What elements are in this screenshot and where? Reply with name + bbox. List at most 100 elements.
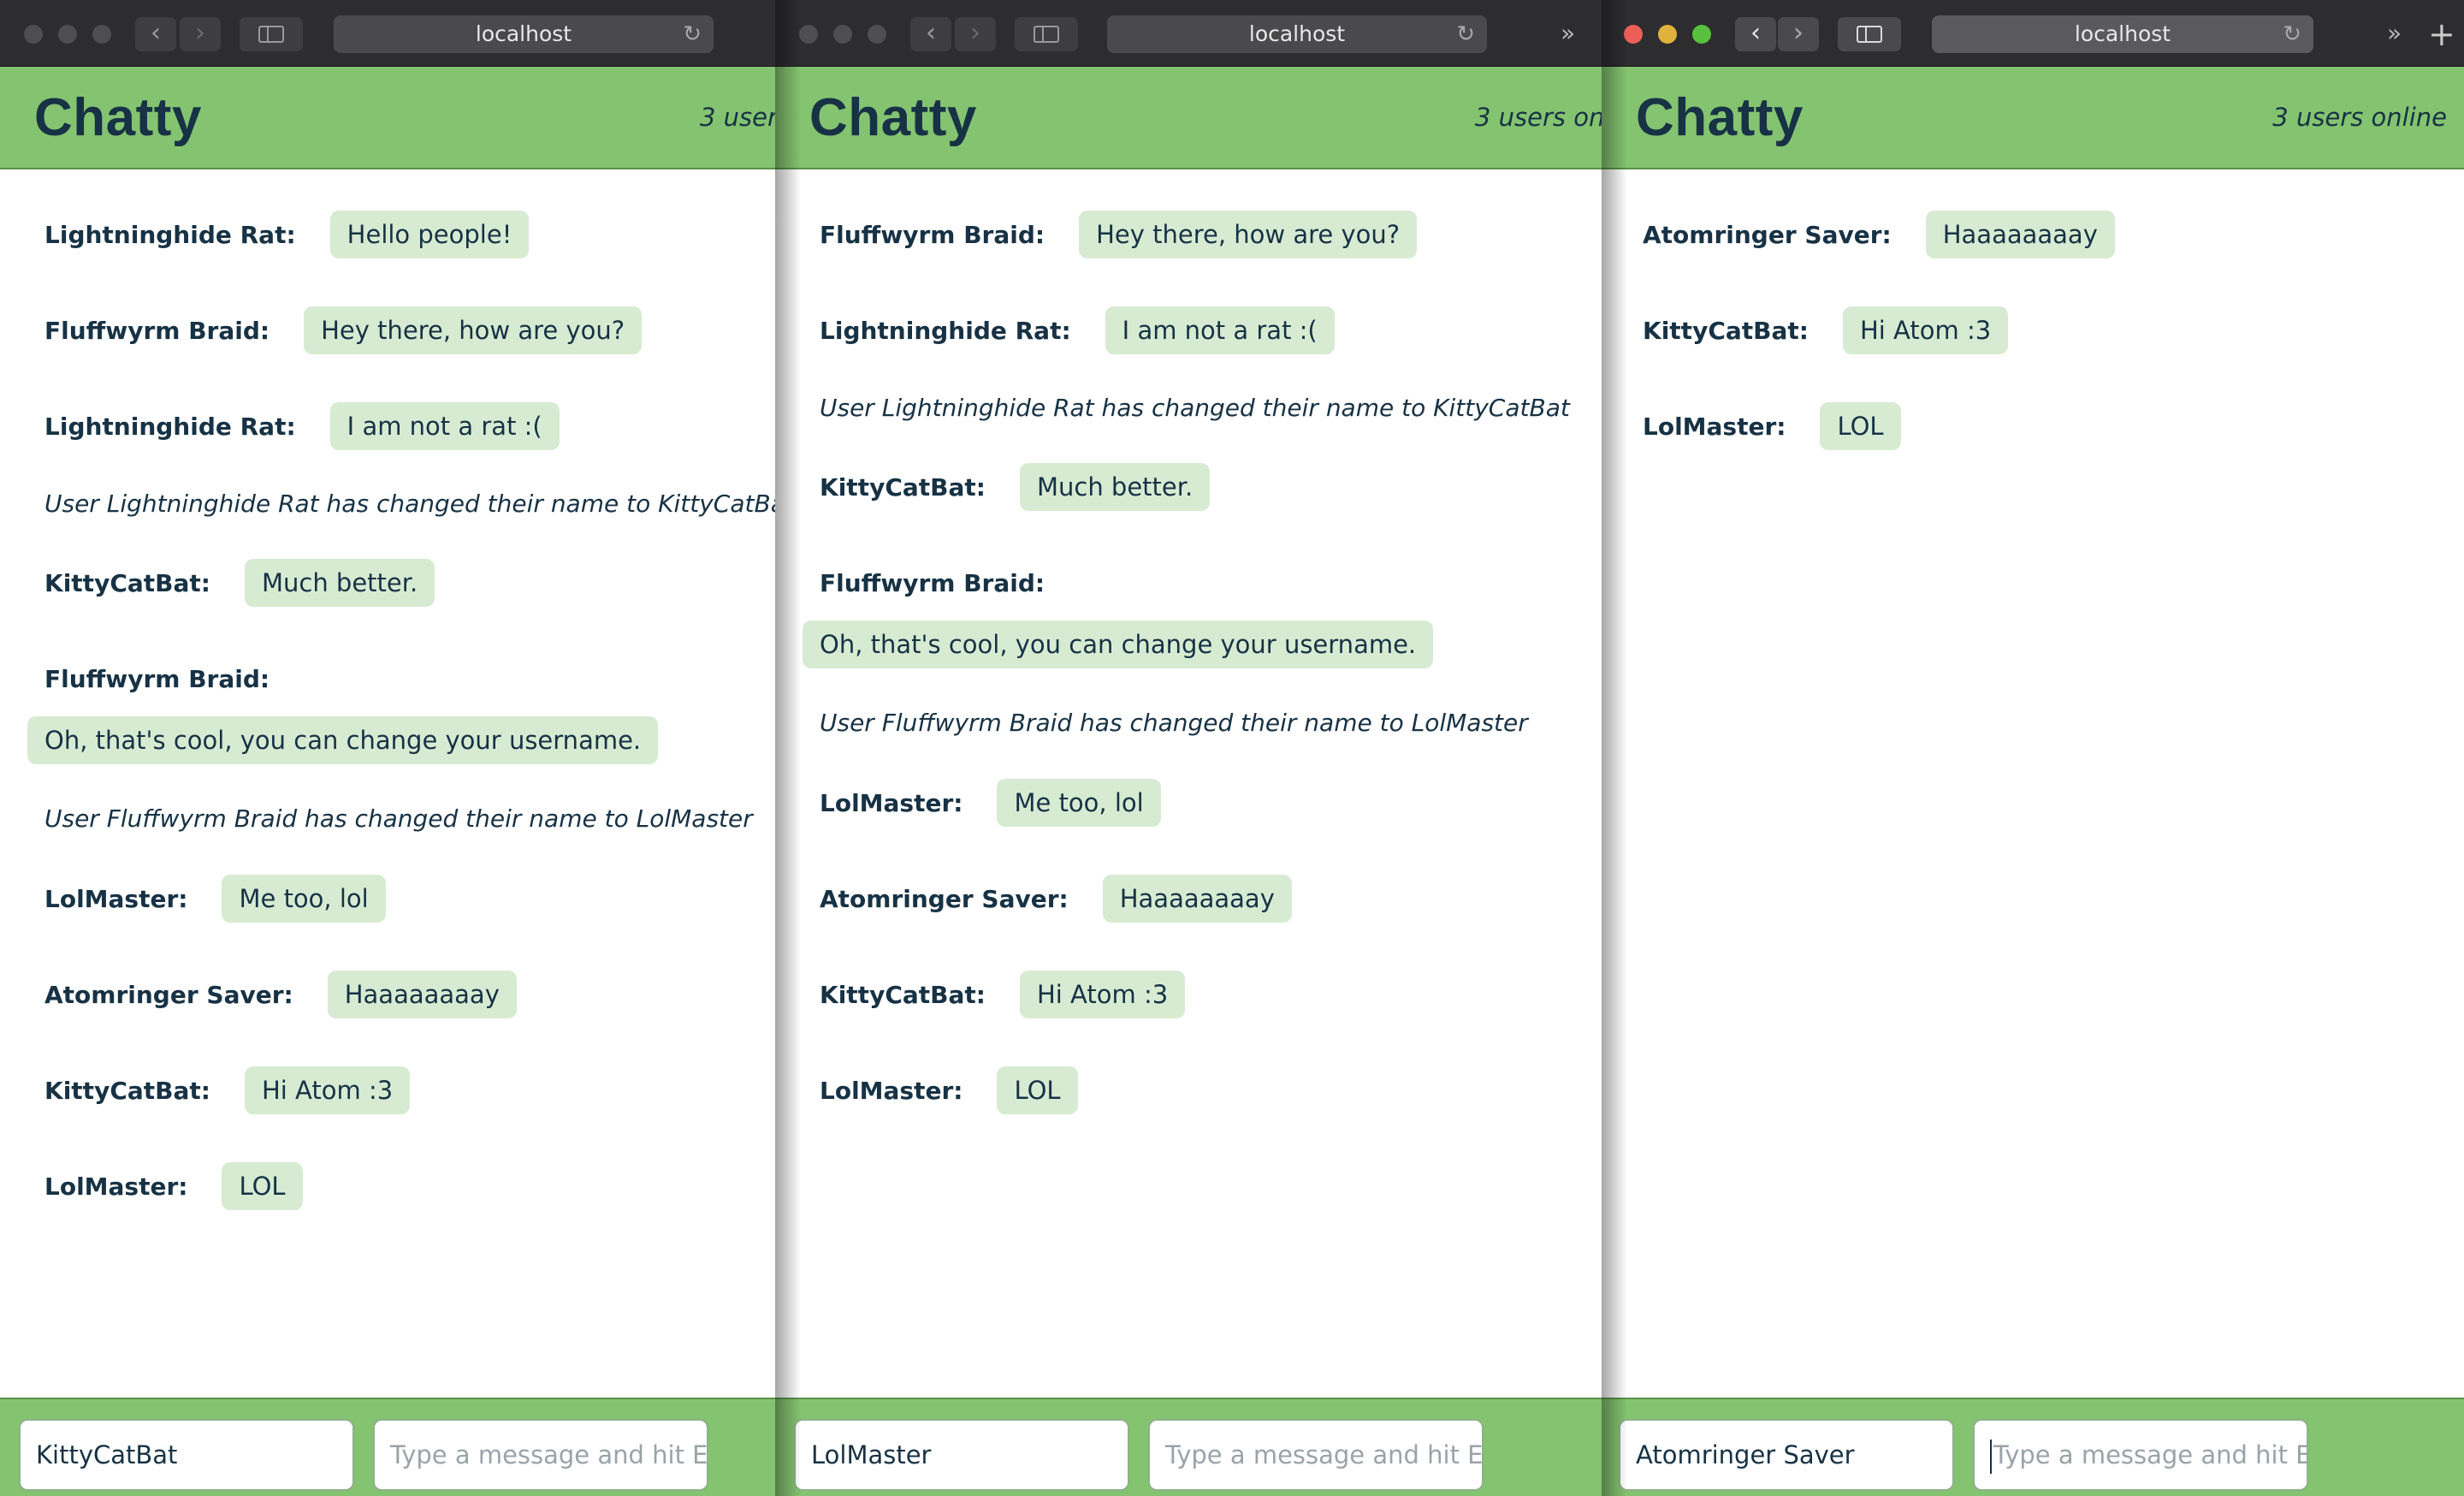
message-bubble: Much better. — [244, 559, 435, 607]
app-header: Chatty 3 users — [0, 67, 775, 169]
window-shadow — [775, 0, 801, 1496]
app-title: Chatty — [809, 88, 977, 147]
message-username-row: Fluffwyrm Braid: — [820, 559, 1045, 607]
back-icon[interactable]: ‹ — [910, 17, 951, 51]
url-text: localhost — [2074, 21, 2171, 46]
app-title: Chatty — [34, 88, 202, 147]
close-window-icon[interactable] — [799, 25, 818, 44]
message-bubble: Hey there, how are you? — [304, 306, 643, 354]
new-tab-icon[interactable]: + — [2428, 18, 2455, 50]
address-bar[interactable]: localhost ↻ — [334, 15, 714, 53]
app-title: Chatty — [1636, 88, 1804, 147]
message-username: KittyCatBat: — [820, 980, 986, 1009]
back-icon[interactable]: ‹ — [1735, 17, 1776, 51]
minimize-window-icon[interactable] — [833, 25, 852, 44]
message-placeholder: Type a message and hit EN — [1993, 1440, 2308, 1469]
message-username: KittyCatBat: — [820, 472, 986, 502]
message-bubble: Haaaaaaaay — [1925, 211, 2115, 258]
message-username: KittyCatBat: — [44, 1076, 210, 1105]
browser-toolbar: ‹ › localhost ↻ » + — [1602, 0, 2464, 67]
message-username: LolMaster: — [820, 788, 963, 817]
message-bubble: LOL — [222, 1162, 303, 1210]
reload-icon[interactable]: ↻ — [683, 15, 702, 53]
message-bubble: Hi Atom :3 — [1842, 306, 2009, 354]
message-bubble: Hey there, how are you? — [1079, 211, 1418, 258]
window-shadow — [1602, 0, 1627, 1496]
message: LolMaster: LOL — [44, 1162, 303, 1210]
message: Atomringer Saver: Haaaaaaaay — [820, 875, 1292, 923]
message-username: Fluffwyrm Braid: — [44, 316, 270, 345]
message-username: Fluffwyrm Braid: — [820, 568, 1045, 597]
sidebar-toggle-icon[interactable] — [240, 17, 303, 51]
message: Lightninghide Rat: I am not a rat :( — [820, 306, 1335, 354]
browser-toolbar: ‹ › localhost ↻ — [0, 0, 775, 67]
sidebar-toggle-icon[interactable] — [1838, 17, 1901, 51]
message-username: Lightninghide Rat: — [820, 316, 1071, 345]
forward-icon[interactable]: › — [180, 17, 221, 51]
text-caret — [1990, 1440, 1992, 1474]
message-bubble: Haaaaaaaay — [1102, 875, 1292, 923]
message-username-row: Fluffwyrm Braid: — [44, 655, 270, 703]
system-notice: User Lightninghide Rat has changed their… — [820, 394, 1570, 422]
message-username: KittyCatBat: — [1643, 316, 1809, 345]
system-notice: User Fluffwyrm Braid has changed their n… — [44, 804, 753, 833]
online-count: 3 users — [700, 103, 775, 132]
message-username: Atomringer Saver: — [44, 980, 293, 1009]
username-input[interactable]: LolMaster — [794, 1419, 1129, 1491]
message-bubble: Oh, that's cool, you can change your use… — [803, 620, 1434, 668]
message-bubble: LOL — [997, 1066, 1078, 1114]
more-tabs-icon[interactable]: » — [2387, 19, 2402, 48]
zoom-window-icon[interactable] — [1692, 25, 1711, 44]
message-username: LolMaster: — [44, 1172, 188, 1201]
message-username: LolMaster: — [1643, 412, 1786, 441]
message-username: LolMaster: — [820, 1076, 963, 1105]
chat-footer: KittyCatBat Type a message and hit EN — [0, 1398, 775, 1496]
browser-window-1: ‹ › localhost ↻ Chatty 3 users Lightning… — [0, 0, 775, 1496]
username-input[interactable]: KittyCatBat — [19, 1419, 354, 1491]
chat-footer: LolMaster Type a message and hit EN — [775, 1398, 1602, 1496]
message-bubble: LOL — [1820, 402, 1901, 450]
back-icon[interactable]: ‹ — [135, 17, 176, 51]
message-bubble: Hi Atom :3 — [1019, 971, 1186, 1018]
message-bubble: Me too, lol — [997, 779, 1161, 827]
message-bubble: Oh, that's cool, you can change your use… — [27, 716, 659, 764]
message: LolMaster: Me too, lol — [820, 779, 1161, 827]
browser-window-3: ‹ › localhost ↻ » + Chatty 3 users onlin… — [1602, 0, 2464, 1496]
message-input[interactable]: Type a message and hit EN — [373, 1419, 708, 1491]
forward-icon[interactable]: › — [1778, 17, 1819, 51]
zoom-window-icon[interactable] — [92, 25, 111, 44]
reload-icon[interactable]: ↻ — [2283, 15, 2301, 53]
app-header: Chatty 3 users online — [1602, 67, 2464, 169]
message: KittyCatBat: Much better. — [820, 463, 1211, 511]
message: KittyCatBat: Hi Atom :3 — [820, 971, 1186, 1018]
address-bar[interactable]: localhost ↻ — [1107, 15, 1487, 53]
chat-footer: Atomringer Saver Type a message and hit … — [1602, 1398, 2464, 1496]
minimize-window-icon[interactable] — [1658, 25, 1677, 44]
message: Fluffwyrm Braid: Hey there, how are you? — [44, 306, 643, 354]
message: Atomringer Saver: Haaaaaaaay — [1643, 211, 2115, 258]
online-count: 3 users online — [2272, 103, 2447, 132]
message: LolMaster: LOL — [1643, 402, 1901, 450]
message: KittyCatBat: Hi Atom :3 — [1643, 306, 2009, 354]
message-input[interactable]: Type a message and hit EN — [1148, 1419, 1484, 1491]
username-input[interactable]: Atomringer Saver — [1619, 1419, 1954, 1491]
address-bar[interactable]: localhost ↻ — [1932, 15, 2313, 53]
message: Lightninghide Rat: Hello people! — [44, 211, 530, 258]
close-window-icon[interactable] — [24, 25, 43, 44]
reload-icon[interactable]: ↻ — [1456, 15, 1475, 53]
sidebar-toggle-icon[interactable] — [1015, 17, 1078, 51]
message-username: Atomringer Saver: — [820, 884, 1069, 913]
forward-icon[interactable]: › — [955, 17, 996, 51]
message-username: Atomringer Saver: — [1643, 220, 1892, 249]
message-username: Fluffwyrm Braid: — [44, 664, 270, 693]
message-username: Lightninghide Rat: — [44, 220, 296, 249]
more-tabs-icon[interactable]: » — [1561, 19, 1575, 48]
message-username: Lightninghide Rat: — [44, 412, 296, 441]
minimize-window-icon[interactable] — [58, 25, 77, 44]
app-header: Chatty 3 users onlin — [775, 67, 1602, 169]
url-text: localhost — [475, 21, 572, 46]
message-input[interactable]: Type a message and hit EN — [1973, 1419, 2308, 1491]
system-notice: User Lightninghide Rat has changed their… — [44, 490, 775, 518]
zoom-window-icon[interactable] — [868, 25, 886, 44]
message: KittyCatBat: Hi Atom :3 — [44, 1066, 411, 1114]
